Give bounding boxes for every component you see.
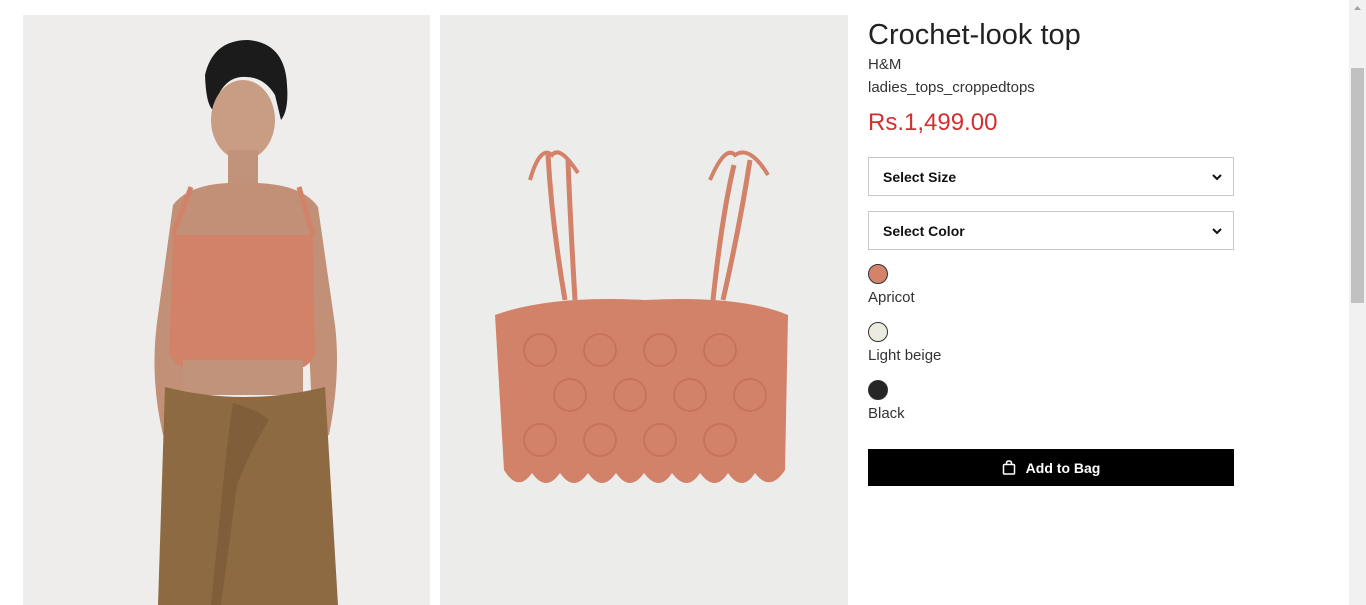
- chevron-down-icon: [1212, 173, 1222, 180]
- add-to-bag-button[interactable]: Add to Bag: [868, 449, 1234, 486]
- color-swatch[interactable]: [868, 380, 888, 400]
- color-option-label: Light beige: [868, 347, 942, 364]
- scrollbar-thumb[interactable]: [1351, 68, 1364, 303]
- product-image-flatlay[interactable]: [440, 15, 848, 605]
- product-brand: H&M: [868, 56, 902, 73]
- product-info: Crochet-look top H&M ladies_tops_cropped…: [868, 15, 1234, 486]
- product-category: ladies_tops_croppedtops: [868, 79, 1035, 96]
- color-select-label: Select Color: [883, 222, 965, 239]
- color-option-label: Black: [868, 405, 905, 422]
- product-price: Rs.1,499.00: [868, 109, 998, 136]
- product-image-model[interactable]: [23, 15, 430, 605]
- color-select[interactable]: Select Color: [868, 211, 1234, 250]
- add-to-bag-label: Add to Bag: [1025, 459, 1101, 476]
- flatlay-photo: [440, 15, 848, 605]
- model-photo: [23, 15, 430, 605]
- color-option-light-beige[interactable]: Light beige: [868, 322, 1234, 366]
- shopping-bag-icon: [1002, 460, 1015, 475]
- color-option-label: Apricot: [868, 289, 915, 306]
- color-swatch[interactable]: [868, 322, 888, 342]
- chevron-down-icon: [1212, 227, 1222, 234]
- color-option-apricot[interactable]: Apricot: [868, 264, 1234, 308]
- size-select[interactable]: Select Size: [868, 157, 1234, 196]
- product-title: Crochet-look top: [868, 19, 1081, 51]
- size-select-label: Select Size: [883, 168, 957, 185]
- color-swatch[interactable]: [868, 264, 888, 284]
- vertical-scrollbar[interactable]: [1349, 0, 1366, 605]
- scroll-up-arrow-icon[interactable]: [1349, 0, 1366, 17]
- color-option-black[interactable]: Black: [868, 380, 1234, 424]
